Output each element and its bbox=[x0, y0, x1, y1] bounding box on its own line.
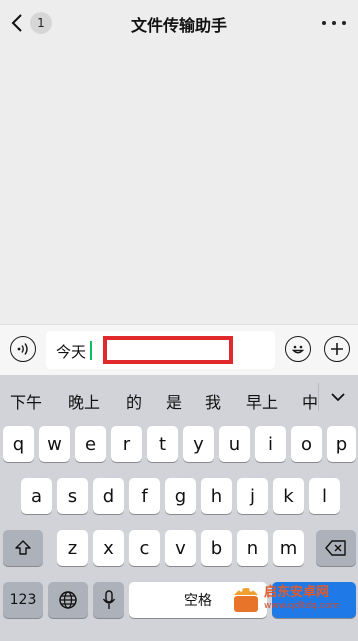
key-o[interactable]: o bbox=[291, 426, 322, 462]
key-h[interactable]: h bbox=[201, 478, 232, 514]
key-w[interactable]: w bbox=[39, 426, 70, 462]
plus-icon[interactable] bbox=[324, 336, 350, 362]
more-dot bbox=[322, 21, 326, 25]
candidate-word[interactable]: 是 bbox=[166, 389, 182, 413]
key-p[interactable]: p bbox=[327, 426, 356, 462]
key-b[interactable]: b bbox=[201, 530, 232, 566]
page-title: 文件传输助手 bbox=[130, 16, 227, 35]
key-u[interactable]: u bbox=[219, 426, 250, 462]
chat-message-area[interactable] bbox=[0, 46, 358, 324]
numbers-key[interactable]: 123 bbox=[3, 582, 43, 618]
key-v[interactable]: v bbox=[165, 530, 196, 566]
candidate-word[interactable]: 下午 bbox=[10, 389, 42, 413]
key-z[interactable]: z bbox=[57, 530, 88, 566]
watermark: 启东安卓网 www.qdltdq.com bbox=[226, 573, 358, 641]
key-t[interactable]: t bbox=[147, 426, 178, 462]
candidate-divider bbox=[318, 383, 319, 411]
key-a[interactable]: a bbox=[21, 478, 52, 514]
key-l[interactable]: l bbox=[309, 478, 340, 514]
sound-waves-icon bbox=[17, 343, 28, 355]
globe-icon bbox=[59, 591, 77, 609]
more-dot bbox=[342, 21, 346, 25]
candidate-word[interactable]: 晚上 bbox=[68, 389, 100, 413]
key-g[interactable]: g bbox=[165, 478, 196, 514]
key-n[interactable]: n bbox=[237, 530, 268, 566]
more-dot bbox=[332, 21, 336, 25]
emoji-icon[interactable] bbox=[285, 336, 311, 362]
text-caret bbox=[90, 341, 92, 360]
smiley-face-icon bbox=[291, 345, 305, 354]
key-y[interactable]: y bbox=[183, 426, 214, 462]
candidate-bar: 下午 晚上 的 是 我 早上 中 bbox=[0, 375, 358, 421]
dictation-key[interactable] bbox=[93, 582, 124, 618]
watermark-url: www.qdltdq.com bbox=[264, 601, 340, 611]
watermark-name: 启东安卓网 bbox=[264, 585, 330, 600]
highlight-annotation-box bbox=[103, 336, 233, 364]
message-input-text: 今天 bbox=[56, 343, 87, 361]
nav-bar: 1 文件传输助手 bbox=[0, 0, 358, 46]
globe-key[interactable] bbox=[48, 582, 88, 618]
candidate-word[interactable]: 的 bbox=[126, 389, 142, 413]
key-r[interactable]: r bbox=[111, 426, 142, 462]
key-j[interactable]: j bbox=[237, 478, 268, 514]
shift-arrow-icon bbox=[15, 540, 31, 555]
backspace-icon bbox=[325, 540, 346, 556]
backspace-key[interactable] bbox=[316, 530, 356, 566]
key-d[interactable]: d bbox=[93, 478, 124, 514]
candidate-word[interactable]: 我 bbox=[205, 389, 221, 413]
key-q[interactable]: q bbox=[3, 426, 34, 462]
chevron-down-icon[interactable] bbox=[328, 389, 348, 405]
key-c[interactable]: c bbox=[129, 530, 160, 566]
key-s[interactable]: s bbox=[57, 478, 88, 514]
key-i[interactable]: i bbox=[255, 426, 286, 462]
candidate-word[interactable]: 早上 bbox=[246, 389, 278, 413]
voice-input-icon[interactable] bbox=[10, 336, 36, 362]
key-f[interactable]: f bbox=[129, 478, 160, 514]
shift-key[interactable] bbox=[3, 530, 43, 566]
microphone-icon bbox=[102, 590, 115, 609]
key-x[interactable]: x bbox=[93, 530, 124, 566]
android-logo-icon bbox=[234, 588, 258, 612]
key-m[interactable]: m bbox=[273, 530, 304, 566]
candidate-word[interactable]: 中 bbox=[302, 389, 318, 413]
plus-glyph-icon bbox=[331, 343, 343, 355]
more-icon[interactable] bbox=[322, 13, 346, 33]
key-e[interactable]: e bbox=[75, 426, 106, 462]
key-k[interactable]: k bbox=[273, 478, 304, 514]
